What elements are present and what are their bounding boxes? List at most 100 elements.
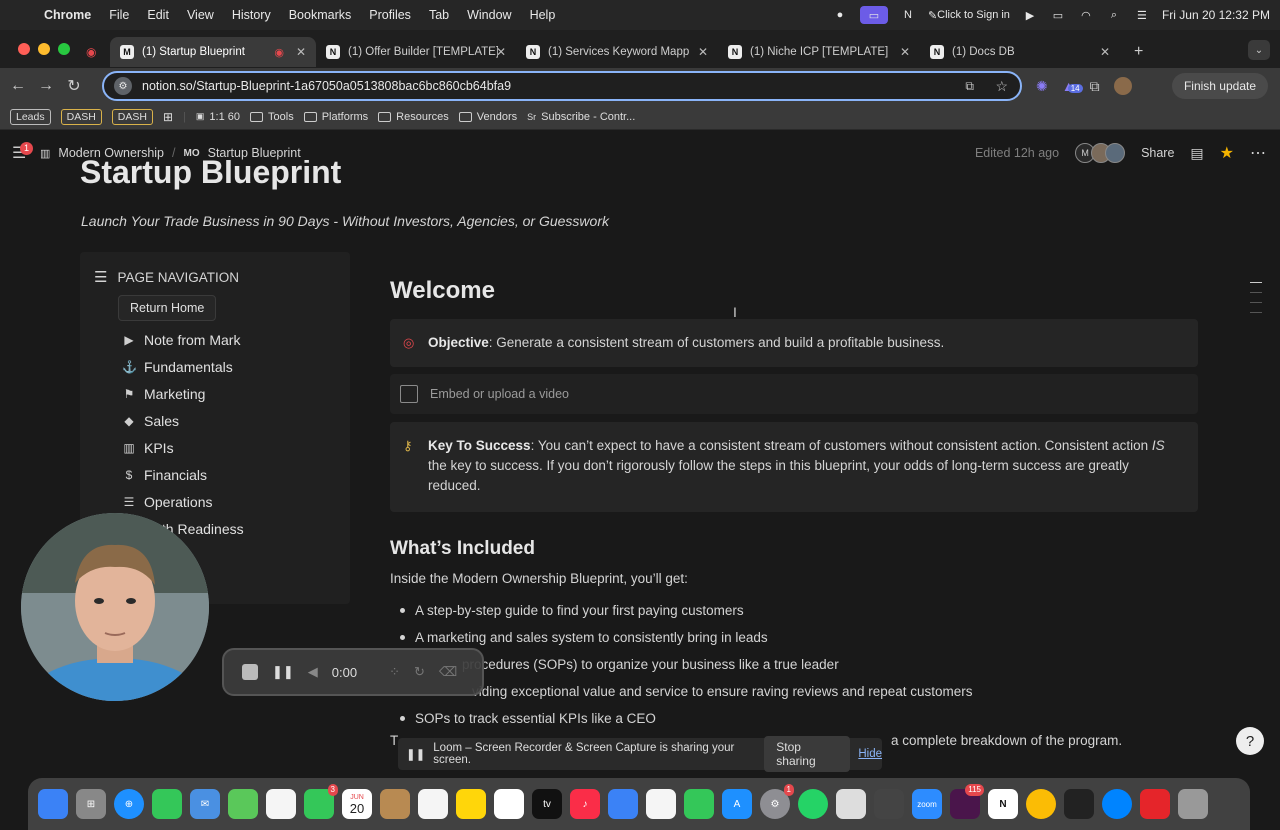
- menu-bookmarks[interactable]: Bookmarks: [289, 8, 352, 22]
- menu-help[interactable]: Help: [530, 8, 556, 22]
- objective-callout[interactable]: ◎ Objective: Generate a consistent strea…: [390, 319, 1198, 367]
- nav-item-kpis[interactable]: ▥ KPIs: [122, 434, 244, 461]
- safari-icon[interactable]: ⊕: [114, 789, 144, 819]
- close-tab-icon[interactable]: ✕: [900, 45, 910, 59]
- welcome-heading[interactable]: Welcome: [390, 277, 495, 305]
- maximize-window-button[interactable]: [58, 43, 70, 55]
- close-tab-icon[interactable]: ✕: [698, 45, 708, 59]
- reload-icon[interactable]: ↻: [60, 76, 88, 96]
- nav-item-marketing[interactable]: ⚑ Marketing: [122, 380, 244, 407]
- extension-icon[interactable]: ✺: [1036, 78, 1048, 95]
- loom-status-icon[interactable]: ▭: [859, 6, 888, 24]
- comments-icon[interactable]: ▤: [1190, 145, 1203, 162]
- messages-icon[interactable]: [152, 789, 182, 819]
- photos-icon[interactable]: [266, 789, 296, 819]
- messenger-icon[interactable]: [1102, 789, 1132, 819]
- app-menu[interactable]: Chrome: [44, 8, 91, 22]
- nav-item-note-from-mark[interactable]: ▶ Note from Mark: [122, 326, 244, 353]
- menu-view[interactable]: View: [187, 8, 214, 22]
- chrome-icon[interactable]: [1026, 789, 1056, 819]
- close-tab-icon[interactable]: ✕: [296, 45, 306, 59]
- share-button[interactable]: Share: [1141, 146, 1174, 160]
- mail-icon[interactable]: ✉: [190, 789, 220, 819]
- site-info-icon[interactable]: ⚙: [114, 77, 132, 95]
- trash-icon[interactable]: [1178, 789, 1208, 819]
- system-settings-icon[interactable]: ⚙ 1: [760, 784, 794, 819]
- notes-icon[interactable]: [456, 789, 486, 819]
- drawing-grid-icon[interactable]: ⁘: [389, 664, 400, 680]
- menu-profiles[interactable]: Profiles: [369, 8, 411, 22]
- bookmark-folder-tools[interactable]: Tools: [250, 111, 294, 123]
- bookmark-folder-platforms[interactable]: Platforms: [303, 111, 368, 123]
- close-tab-icon[interactable]: ✕: [1100, 45, 1110, 59]
- bookmark-leads[interactable]: Leads: [10, 108, 51, 125]
- rewind-icon[interactable]: ◀: [308, 664, 318, 680]
- menu-edit[interactable]: Edit: [147, 8, 169, 22]
- control-center-icon[interactable]: ☰: [1134, 6, 1150, 24]
- minimize-window-button[interactable]: [38, 43, 50, 55]
- notion-status-icon[interactable]: N: [900, 6, 916, 24]
- music-icon[interactable]: ♪: [570, 789, 600, 819]
- help-icon[interactable]: ?: [1236, 727, 1264, 755]
- sign-in-status[interactable]: ✎ Click to Sign in: [928, 6, 1010, 24]
- spotlight-search-icon[interactable]: ⌕: [1106, 6, 1122, 24]
- profile-avatar[interactable]: [1113, 77, 1132, 95]
- wifi-icon[interactable]: ◠: [1078, 6, 1094, 24]
- back-icon[interactable]: ←: [4, 77, 32, 95]
- tab-niche-icp[interactable]: N (1) Niche ICP [TEMPLATE] ✕: [718, 37, 920, 67]
- bookmark-dash-1[interactable]: DASH: [60, 108, 102, 125]
- menu-file[interactable]: File: [109, 8, 129, 22]
- script-editor-icon[interactable]: [836, 789, 866, 819]
- numbers-icon[interactable]: [684, 789, 714, 819]
- stop-sharing-button[interactable]: Stop sharing: [764, 736, 851, 772]
- screen-record-icon[interactable]: ●: [832, 6, 848, 24]
- apple-tv-icon[interactable]: tv: [532, 789, 562, 819]
- app-store-icon[interactable]: A: [722, 789, 752, 819]
- tab-services-keyword[interactable]: N (1) Services Keyword Mapping ✕: [516, 37, 718, 67]
- bookmark-folder-resources[interactable]: Resources: [378, 111, 449, 123]
- table-of-contents-minimap[interactable]: [1250, 282, 1262, 322]
- bookmark-1on1[interactable]: ▣ 1:1 60: [196, 111, 240, 123]
- news-icon[interactable]: [646, 789, 676, 819]
- return-home-button[interactable]: Return Home: [118, 295, 217, 321]
- stop-recording-button[interactable]: [242, 664, 258, 680]
- nav-item-fundamentals[interactable]: ⚓ Fundamentals: [122, 353, 244, 380]
- video-embed-placeholder[interactable]: Embed or upload a video: [390, 374, 1198, 414]
- nav-item-financials[interactable]: $ Financials: [122, 461, 244, 488]
- hide-banner-link[interactable]: Hide: [858, 748, 882, 760]
- battery-icon[interactable]: ▭: [1050, 6, 1066, 24]
- open-in-app-icon[interactable]: ⧉: [965, 79, 974, 94]
- key-to-success-callout[interactable]: ⚷ Key To Success: You can’t expect to ha…: [390, 422, 1198, 512]
- apps-grid-icon[interactable]: ⊞: [163, 110, 173, 124]
- tab-offer-builder[interactable]: N (1) Offer Builder [TEMPLATE] ✕: [316, 37, 516, 67]
- extensions-puzzle-icon[interactable]: ⧉: [1090, 78, 1100, 95]
- contacts-icon[interactable]: [380, 789, 410, 819]
- facetime-icon[interactable]: 3: [304, 784, 338, 819]
- new-tab-icon[interactable]: +: [1134, 43, 1143, 61]
- breadcrumb-startup-blueprint[interactable]: Startup Blueprint: [208, 146, 301, 160]
- address-field[interactable]: ⚙ notion.so/Startup-Blueprint-1a67050a05…: [102, 71, 1022, 101]
- finish-update-button[interactable]: Finish update: [1171, 73, 1268, 99]
- piano-icon[interactable]: [1064, 789, 1094, 819]
- keynote-icon[interactable]: [608, 789, 638, 819]
- nav-item-sales[interactable]: ◆ Sales: [122, 407, 244, 434]
- menu-tab[interactable]: Tab: [429, 8, 449, 22]
- screenshot-icon[interactable]: [874, 789, 904, 819]
- clock[interactable]: Fri Jun 20 12:32 PM: [1162, 6, 1270, 24]
- loom-camera-bubble[interactable]: [21, 513, 209, 701]
- reminders-icon[interactable]: [418, 789, 448, 819]
- page-title[interactable]: Startup Blueprint: [80, 160, 341, 191]
- bookmark-dash-2[interactable]: DASH: [111, 108, 153, 125]
- close-window-button[interactable]: [18, 43, 30, 55]
- freeform-icon[interactable]: [494, 789, 524, 819]
- menu-history[interactable]: History: [232, 8, 271, 22]
- launchpad-icon[interactable]: ⊞: [76, 789, 106, 819]
- close-tab-icon[interactable]: ✕: [496, 45, 506, 59]
- nav-item-operations[interactable]: ☰ Operations: [122, 488, 244, 515]
- breadcrumb-modern-ownership[interactable]: Modern Ownership: [58, 146, 164, 160]
- acrobat-icon[interactable]: [1140, 789, 1170, 819]
- forward-icon[interactable]: →: [32, 77, 60, 95]
- tab-startup-blueprint[interactable]: ◉ M (1) Startup Blueprint ◉ ✕: [86, 37, 316, 67]
- pause-icon[interactable]: ❚❚: [272, 664, 294, 680]
- maps-icon[interactable]: [228, 789, 258, 819]
